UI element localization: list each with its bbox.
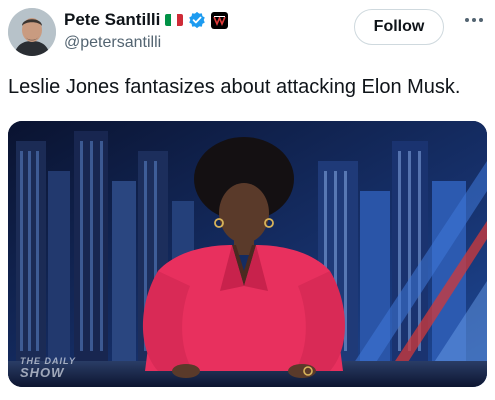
author-name[interactable]: Pete Santilli (64, 10, 160, 30)
author-avatar[interactable] (8, 8, 56, 56)
author-handle[interactable]: @petersantilli (64, 34, 161, 52)
more-options-icon[interactable] (465, 18, 483, 22)
show-watermark: THE DAILY SHOW (20, 355, 76, 379)
video-frame-image (8, 121, 487, 387)
italy-flag-icon (165, 14, 184, 26)
watermark-line2: SHOW (20, 365, 65, 380)
verified-badge-icon (189, 11, 206, 29)
author-name-row: Pete Santilli (64, 10, 229, 30)
affiliate-badge-icon[interactable] (211, 11, 229, 29)
avatar-image (8, 8, 56, 56)
tweet-text: Leslie Jones fantasizes about attacking … (8, 76, 461, 98)
tweet-media-video[interactable]: THE DAILY SHOW (8, 121, 487, 387)
follow-button[interactable]: Follow (354, 9, 444, 45)
